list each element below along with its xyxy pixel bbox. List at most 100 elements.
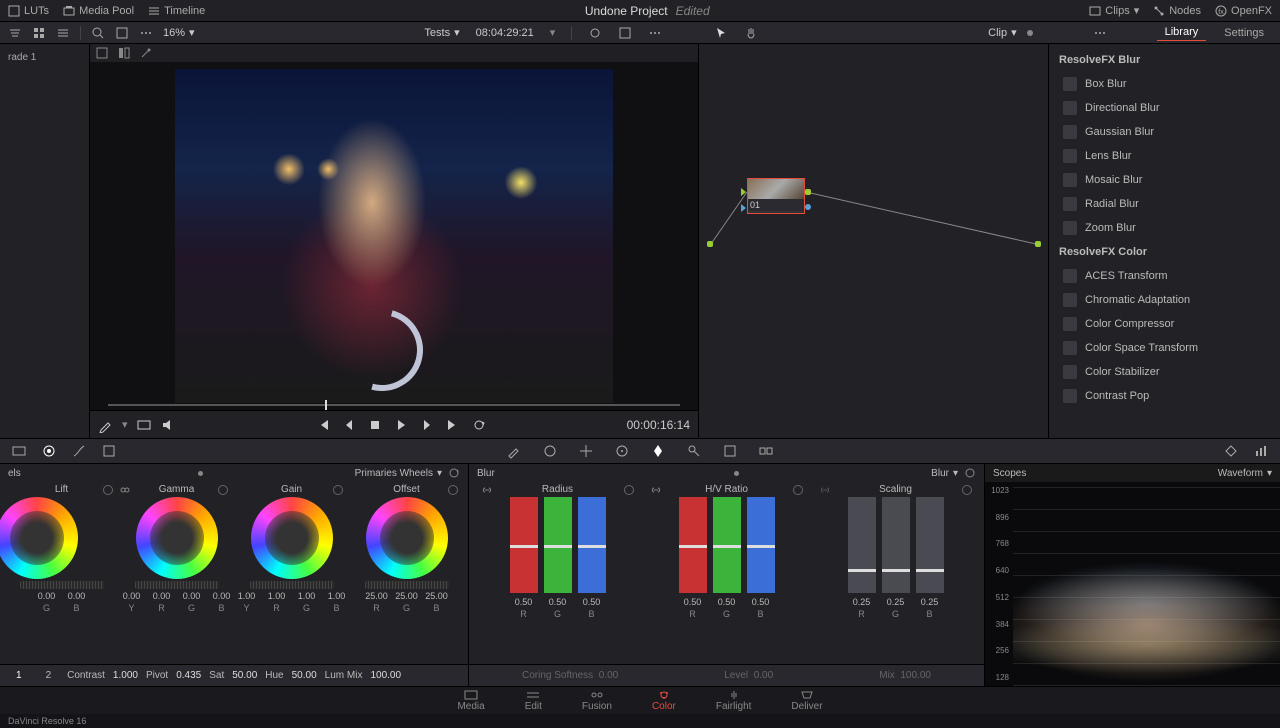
gain-master-slider[interactable] [250,581,334,589]
camera-raw-icon[interactable] [10,442,28,460]
color-warper-icon[interactable] [100,442,118,460]
hvratio-r-slider[interactable] [679,497,707,593]
expand-icon[interactable] [115,26,129,40]
media-pool-button[interactable]: Media Pool [63,5,134,17]
fx-item[interactable]: Box Blur [1049,72,1280,96]
radius-reset[interactable] [624,485,634,495]
scaling-reset[interactable] [962,485,972,495]
contrast-value[interactable]: 1.000 [113,670,138,681]
edit-page-tab[interactable]: Edit [525,690,542,714]
grid-icon[interactable] [32,26,46,40]
openfx-button[interactable]: fx OpenFX [1215,5,1272,17]
mute-icon[interactable] [160,417,176,433]
gain-reset[interactable] [333,485,343,495]
viewer-image[interactable] [175,69,613,403]
first-frame-icon[interactable] [315,417,331,433]
fx-item[interactable]: Lens Blur [1049,144,1280,168]
qualifier-icon[interactable] [96,47,108,59]
blur-reset-icon[interactable] [964,467,976,479]
fx-item[interactable]: Gaussian Blur [1049,120,1280,144]
fx-item[interactable]: Contrast Pop [1049,384,1280,408]
hvratio-link-icon[interactable] [650,484,662,496]
offset-master-slider[interactable] [365,581,449,589]
list-icon[interactable] [56,26,70,40]
loop-icon[interactable] [471,417,487,433]
node-output-dot[interactable] [805,189,811,195]
fx-item[interactable]: Color Space Transform [1049,336,1280,360]
fusion-page-tab[interactable]: Fusion [582,690,612,714]
wand-icon[interactable] [140,47,152,59]
sizing-icon[interactable] [721,442,739,460]
prev-frame-icon[interactable] [341,417,357,433]
clips-button[interactable]: Clips▾ [1089,4,1139,17]
last-frame-icon[interactable] [445,417,461,433]
pivot-value[interactable]: 0.435 [176,670,201,681]
arrow-tool-icon[interactable] [714,26,728,40]
radius-b-slider[interactable] [578,497,606,593]
params-tab-2[interactable]: 2 [38,670,60,681]
lift-master-slider[interactable] [20,581,104,589]
gamma-reset[interactable] [218,485,228,495]
key-icon[interactable] [685,442,703,460]
next-frame-icon[interactable] [419,417,435,433]
hvratio-reset[interactable] [793,485,803,495]
fx-item[interactable]: Color Stabilizer [1049,360,1280,384]
picker-icon[interactable] [98,417,114,433]
fx-item[interactable]: Mosaic Blur [1049,168,1280,192]
qualifier-icon[interactable] [505,442,523,460]
hvratio-b-slider[interactable] [747,497,775,593]
gamma-link-icon[interactable] [119,484,131,496]
window-icon[interactable] [541,442,559,460]
gain-wheel[interactable] [251,497,333,579]
corrector-node[interactable]: 01 [747,178,805,214]
blur-mode-dropdown[interactable]: Blur▾ [931,468,958,479]
offset-wheel[interactable] [366,497,448,579]
node-output-blue[interactable] [805,204,811,210]
lift-wheel[interactable] [0,497,78,579]
hvratio-g-slider[interactable] [713,497,741,593]
scaling-r-slider[interactable] [848,497,876,593]
wheels-reset-icon[interactable] [448,467,460,479]
fx-item[interactable]: Zoom Blur [1049,216,1280,240]
keyframe-icon[interactable] [1222,442,1240,460]
tests-dropdown[interactable]: Tests▾ [424,26,459,39]
more-icon[interactable] [139,26,153,40]
sat-value[interactable]: 50.00 [232,670,257,681]
gamma-master-slider[interactable] [135,581,219,589]
gamma-wheel[interactable] [136,497,218,579]
hand-tool-icon[interactable] [744,26,758,40]
scaling-link-icon[interactable] [819,484,831,496]
stabilize-icon[interactable] [613,442,631,460]
scaling-g-slider[interactable] [882,497,910,593]
play-icon[interactable] [393,417,409,433]
graph-output-dot[interactable] [1035,241,1041,247]
fx-item[interactable]: Chromatic Adaptation [1049,288,1280,312]
color-wheels-icon[interactable] [40,442,58,460]
viewer-scrubber[interactable] [108,404,680,406]
offset-reset[interactable] [448,485,458,495]
settings-tab[interactable]: Settings [1216,25,1272,41]
blur-icon[interactable] [649,442,667,460]
scopes-mode-dropdown[interactable]: Waveform▾ [1218,468,1272,479]
stop-icon[interactable] [367,417,383,433]
fx-item[interactable]: Directional Blur [1049,96,1280,120]
color-page-tab[interactable]: Color [652,690,676,714]
clip-dropdown[interactable]: Clip▾ [988,26,1016,39]
fairlight-page-tab[interactable]: Fairlight [716,690,752,714]
timecode-display[interactable]: 08:04:29:21 [476,27,534,39]
radius-g-slider[interactable] [544,497,572,593]
timeline-button[interactable]: Timeline [148,5,205,17]
sort-icon[interactable] [8,26,22,40]
zoom-dropdown[interactable]: 16%▾ [163,26,195,39]
media-page-tab[interactable]: Media [457,690,484,714]
wheels-mode-dropdown[interactable]: Primaries Wheels▾ [355,468,442,479]
fx-item[interactable]: ACES Transform [1049,264,1280,288]
highlight-icon[interactable] [588,26,602,40]
radius-link-icon[interactable] [481,484,493,496]
image-wipe-icon[interactable] [136,417,152,433]
fx-item[interactable]: Radial Blur [1049,192,1280,216]
lummix-value[interactable]: 100.00 [370,670,401,681]
more-icon[interactable] [648,26,662,40]
hue-value[interactable]: 50.00 [292,670,317,681]
graph-input-dot[interactable] [707,241,713,247]
